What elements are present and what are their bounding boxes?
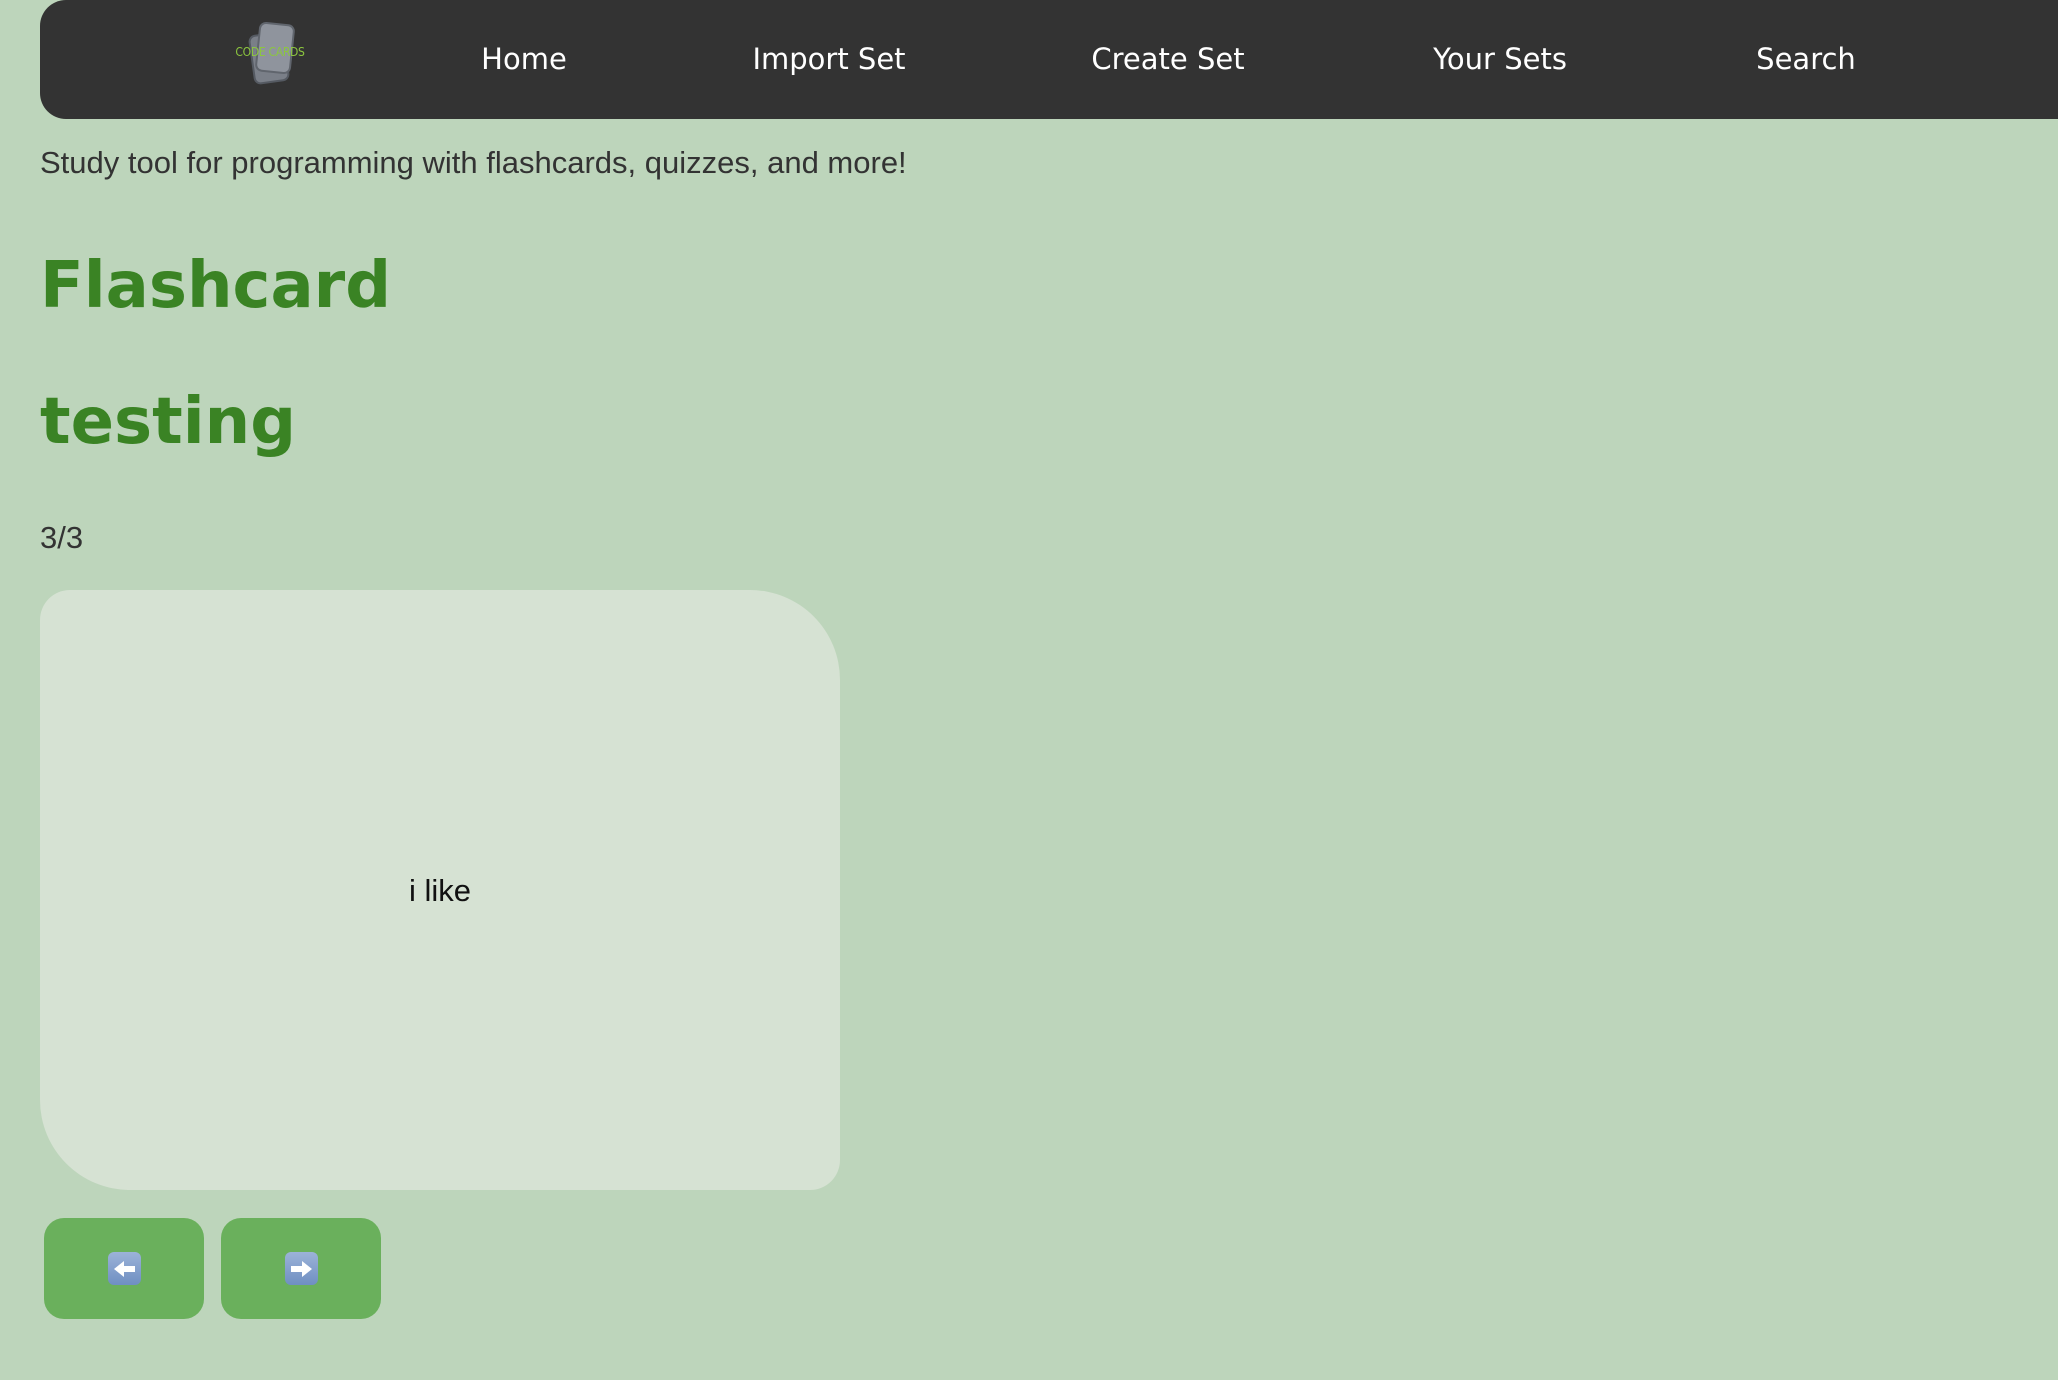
- top-navbar: CODE CARDS Home Import Set Create Set Yo…: [40, 0, 2058, 119]
- code-cards-logo[interactable]: CODE CARDS: [232, 18, 308, 90]
- page-title: Flashcard: [40, 249, 391, 323]
- nav-link-your-sets[interactable]: Your Sets: [1433, 0, 1567, 119]
- flashcard[interactable]: i like: [40, 590, 840, 1190]
- left-arrow-icon: [107, 1252, 141, 1285]
- logo-text: CODE CARDS: [235, 45, 305, 59]
- site-subtitle: Study tool for programming with flashcar…: [40, 145, 907, 180]
- nav-link-import-set[interactable]: Import Set: [752, 0, 905, 119]
- nav-link-create-set[interactable]: Create Set: [1091, 0, 1244, 119]
- next-card-button[interactable]: [221, 1218, 381, 1319]
- nav-link-home[interactable]: Home: [481, 0, 567, 119]
- nav-link-search[interactable]: Search: [1756, 0, 1856, 119]
- set-name: testing: [40, 385, 296, 459]
- flashcard-text: i like: [408, 873, 471, 908]
- previous-card-button[interactable]: [44, 1218, 204, 1319]
- right-arrow-icon: [284, 1252, 318, 1285]
- card-counter: 3/3: [40, 520, 84, 555]
